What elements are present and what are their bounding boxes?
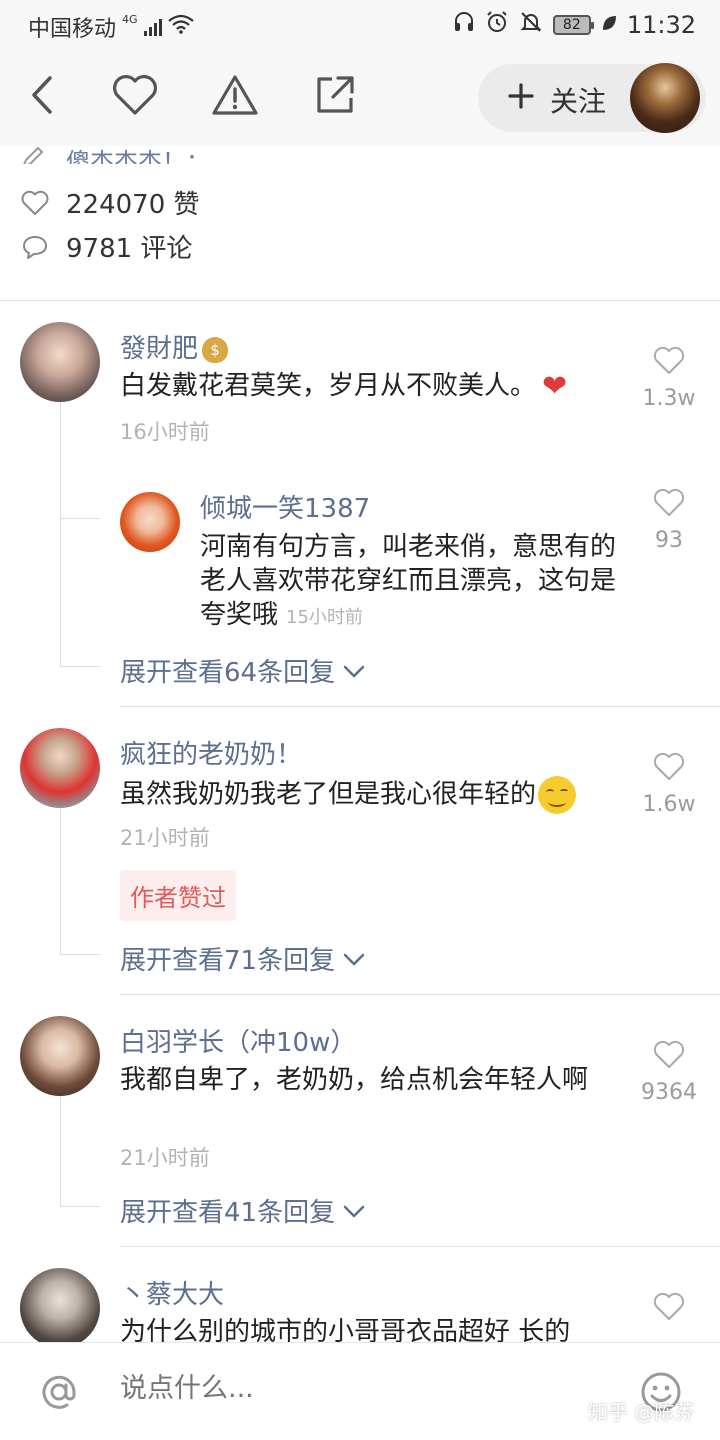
leaf-icon [601, 13, 617, 38]
section-divider [0, 300, 720, 301]
heart-icon [653, 752, 685, 786]
reply-text: 河南有句方言，叫老来俏，意思有的老人喜欢带花穿红而且漂亮，这句是夸奖哦 15小时前 [200, 532, 617, 630]
comment-divider [120, 1246, 720, 1247]
author-avatar[interactable] [630, 63, 700, 133]
carrier-label: 中国移动 [28, 17, 117, 42]
comment-time: 21小时前 [120, 826, 210, 850]
share-external-icon [314, 74, 356, 120]
follow-button[interactable]: 关注 [478, 63, 706, 133]
follow-label: 关注 [550, 85, 607, 118]
likes-count: 224070 赞 [66, 190, 200, 220]
heart-icon [111, 74, 159, 120]
comment-divider [120, 706, 720, 707]
comment-divider [120, 994, 720, 995]
favorite-button[interactable] [110, 72, 160, 122]
battery-indicator: 82 [552, 15, 594, 35]
avatar[interactable] [20, 1016, 100, 1096]
red-heart-emoji: ❤ [542, 369, 568, 404]
comment-time: 21小时前 [120, 1146, 210, 1170]
like-button[interactable]: 1.3w [634, 346, 704, 411]
edit-icon [20, 144, 50, 164]
like-count: 1.3w [642, 386, 696, 411]
comment-author[interactable]: 發財肥 $ [120, 328, 229, 365]
avatar[interactable] [20, 1268, 100, 1348]
grin-emoji [538, 776, 577, 814]
expand-replies-button[interactable]: 展开查看64条回复 [120, 652, 365, 689]
heart-icon [653, 488, 685, 522]
expand-replies-button[interactable]: 展开查看71条回复 [120, 940, 365, 977]
chevron-down-icon [343, 1196, 365, 1226]
heart-icon [653, 1292, 685, 1326]
comment-text: 我都自卑了，老奶奶，给点机会年轻人啊 [120, 1065, 589, 1095]
avatar[interactable] [20, 322, 100, 402]
thread-branch [60, 518, 100, 519]
thread-line [60, 808, 61, 954]
watermark: 知乎 @陈芬 [588, 1400, 695, 1424]
thread-branch [60, 666, 100, 667]
wifi-icon [167, 14, 194, 40]
author-liked-badge: 作者赞过 [120, 870, 236, 921]
comment-input-bar [0, 1342, 720, 1440]
comment-bubble-icon [20, 232, 50, 262]
comment-time: 16小时前 [120, 420, 210, 444]
expand-replies-button[interactable]: 展开查看41条回复 [120, 1192, 365, 1229]
comment-author[interactable]: 疯狂的老奶奶！ [120, 734, 302, 771]
top-toolbar: 关注 [0, 50, 720, 146]
signal-icon [143, 18, 162, 36]
clock: 11:32 [626, 11, 696, 39]
report-button[interactable] [210, 72, 260, 122]
chevron-down-icon [343, 656, 365, 686]
avatar[interactable] [20, 728, 100, 808]
headset-icon [453, 11, 475, 39]
plus-icon [508, 83, 534, 113]
network-type: 4G [122, 12, 138, 26]
heart-icon [653, 1040, 685, 1074]
chevron-left-icon [28, 75, 58, 119]
money-bag-emoji: $ [202, 336, 229, 363]
like-button[interactable]: 9364 [634, 1040, 704, 1105]
mention-button[interactable] [38, 1371, 80, 1417]
likes-stat: 224070 赞 [20, 184, 200, 221]
chevron-down-icon [343, 944, 365, 974]
like-count: 9364 [641, 1080, 697, 1105]
comments-stat: 9781 评论 [20, 228, 192, 265]
like-count: 93 [655, 528, 683, 553]
comment-author[interactable]: 白羽学长（冲10w） [120, 1022, 356, 1059]
alarm-icon [485, 10, 509, 40]
thread-branch [60, 1206, 100, 1207]
like-count: 1.6w [642, 792, 696, 817]
mute-bell-icon [519, 10, 543, 40]
like-button[interactable]: 93 [634, 488, 704, 553]
like-button[interactable]: 1.6w [634, 752, 704, 817]
thread-line [60, 402, 61, 666]
warning-icon [211, 73, 259, 121]
truncated-line: 傻杰杰杰！：... [20, 142, 233, 164]
comment-author[interactable]: 丶蔡大大 [120, 1274, 224, 1311]
reply-author[interactable]: 倾城一笑1387 [200, 488, 370, 525]
avatar[interactable] [120, 492, 180, 552]
comment-input[interactable] [120, 1373, 560, 1404]
like-button[interactable] [634, 1292, 704, 1326]
comment-text: 虽然我奶奶我老了但是我心很年轻的 [120, 776, 620, 814]
back-button[interactable] [18, 72, 68, 122]
thread-line [60, 1096, 61, 1206]
heart-icon [20, 188, 50, 218]
reply-time: 15小时前 [286, 607, 363, 628]
comments-count: 9781 评论 [66, 234, 193, 264]
status-bar: 中国移动 4G 82 11:32 [0, 0, 720, 50]
heart-icon [653, 346, 685, 380]
thread-branch [60, 954, 100, 955]
share-button[interactable] [310, 72, 360, 122]
comment-text: 白发戴花君莫笑，岁月从不败美人。 ❤ [120, 369, 568, 404]
